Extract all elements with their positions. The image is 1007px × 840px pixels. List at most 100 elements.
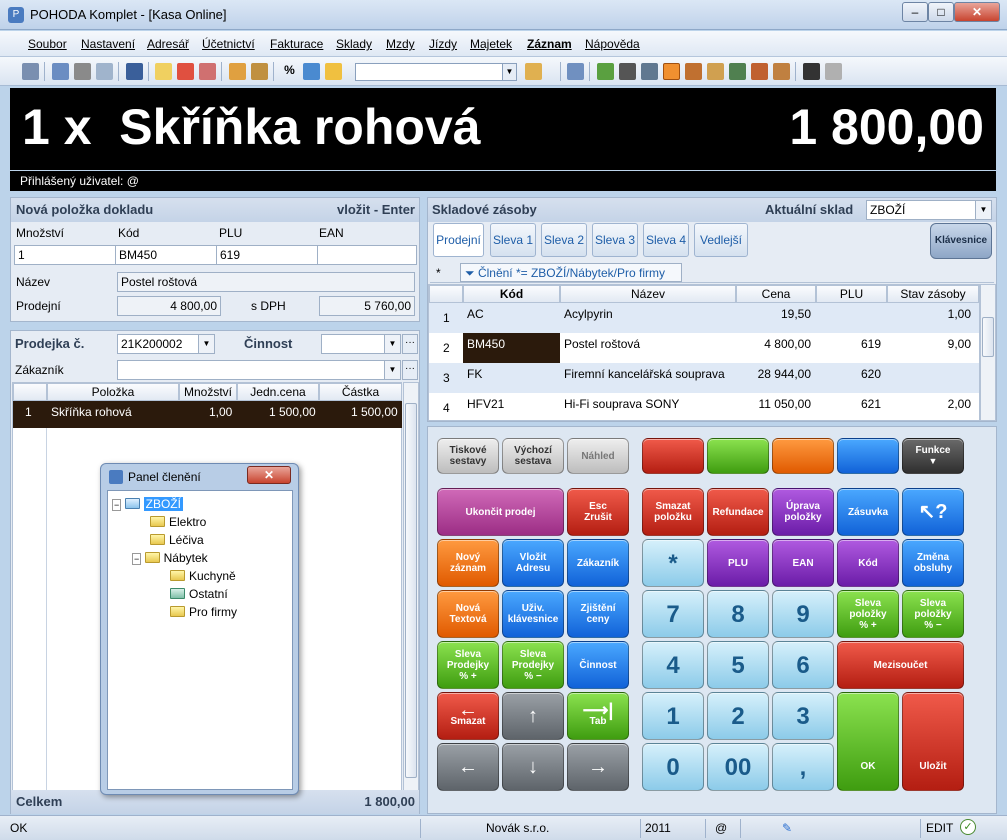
- download-icon[interactable]: [729, 63, 746, 80]
- activity-more-button[interactable]: ···: [402, 334, 418, 354]
- table-row[interactable]: 3 FK Firemní kancelářská souprava 28 944…: [429, 363, 979, 393]
- tab-key[interactable]: ⟶| Tab: [567, 692, 629, 740]
- print-icon[interactable]: [74, 63, 91, 80]
- item-discount-minus-key[interactable]: Sleva položky % −: [902, 590, 964, 638]
- toolbar-combo[interactable]: ▼: [355, 63, 517, 81]
- red-key[interactable]: [642, 438, 704, 474]
- code-key[interactable]: Kód: [837, 539, 899, 587]
- arrow-down-key[interactable]: ↓: [502, 743, 564, 791]
- comma-key[interactable]: ,: [772, 743, 834, 791]
- customer-more-button[interactable]: ···: [402, 360, 418, 380]
- ean-key[interactable]: EAN: [772, 539, 834, 587]
- timer-icon[interactable]: [619, 63, 636, 80]
- stock-scrollbar[interactable]: [980, 284, 996, 421]
- filter-star[interactable]: *: [436, 266, 441, 280]
- esc-cancel-key[interactable]: Esc Zrušit: [567, 488, 629, 536]
- drawer-key[interactable]: Zásuvka: [837, 488, 899, 536]
- collapse-icon[interactable]: −: [112, 499, 122, 511]
- refresh-icon[interactable]: [303, 63, 320, 80]
- default-report-key[interactable]: Výchozí sestava: [502, 438, 564, 474]
- tab-sleva2[interactable]: Sleva 2: [541, 223, 587, 257]
- col-qty[interactable]: Množství: [179, 383, 237, 401]
- filter-icon[interactable]: [251, 63, 268, 80]
- tree-node-profirmy[interactable]: Pro firmy: [170, 605, 237, 619]
- save-icon[interactable]: [126, 63, 143, 80]
- activity-select[interactable]: ▼: [321, 334, 401, 354]
- plu-key[interactable]: PLU: [707, 539, 769, 587]
- function-key[interactable]: Funkce ▼: [902, 438, 964, 474]
- edit-item-key[interactable]: Úprava položky: [772, 488, 834, 536]
- minimize-button[interactable]: –: [902, 2, 928, 22]
- menu-mzdy[interactable]: Mzdy: [386, 37, 415, 51]
- menu-majetek[interactable]: Majetek: [470, 37, 512, 51]
- menu-ucetnictvi[interactable]: Účetnictví: [202, 37, 255, 51]
- percent-icon[interactable]: %: [281, 63, 298, 80]
- activity-key[interactable]: Činnost: [567, 641, 629, 689]
- col-plu[interactable]: PLU: [816, 285, 887, 303]
- help-cursor-icon[interactable]: [567, 63, 584, 80]
- tab-sleva1[interactable]: Sleva 1: [490, 223, 536, 257]
- col-code[interactable]: Kód: [463, 285, 560, 303]
- panel-close-button[interactable]: ✕: [247, 466, 291, 484]
- mail-icon[interactable]: [751, 63, 768, 80]
- star-key[interactable]: *: [642, 539, 704, 587]
- delete-record-icon[interactable]: [177, 63, 194, 80]
- table-row[interactable]: 1 AC Acylpyrin 19,50 1,00: [429, 303, 979, 333]
- code-input[interactable]: BM450: [115, 245, 217, 265]
- close-button[interactable]: ✕: [954, 2, 1000, 22]
- menu-napoveda[interactable]: Nápověda: [585, 37, 640, 51]
- ok-key[interactable]: OK: [837, 692, 899, 791]
- customer-key[interactable]: Zákazník: [567, 539, 629, 587]
- copy-icon[interactable]: [52, 63, 69, 80]
- help-key[interactable]: ↖?: [902, 488, 964, 536]
- receipt-discount-minus-key[interactable]: Sleva Prodejky % −: [502, 641, 564, 689]
- qty-input[interactable]: 1: [14, 245, 116, 265]
- note-icon[interactable]: [707, 63, 724, 80]
- menu-zaznam[interactable]: Záznam: [527, 37, 572, 51]
- refund-key[interactable]: Refundace: [707, 488, 769, 536]
- col-item[interactable]: Položka: [47, 383, 179, 401]
- delete-item-key[interactable]: Smazat položku: [642, 488, 704, 536]
- arrow-left-key[interactable]: ←: [437, 743, 499, 791]
- category-panel-window[interactable]: Panel členění ✕ − ZBOŽÍ Elektro Léčiva −…: [100, 463, 299, 795]
- print-reports-key[interactable]: Tiskové sestavy: [437, 438, 499, 474]
- new-record-icon[interactable]: [155, 63, 172, 80]
- tree-node-elektro[interactable]: Elektro: [150, 515, 206, 529]
- ean-input[interactable]: [317, 245, 417, 265]
- tab-sleva3[interactable]: Sleva 3: [592, 223, 638, 257]
- tree-node-leciva[interactable]: Léčiva: [150, 533, 204, 547]
- menu-adresar[interactable]: Adresář: [147, 37, 189, 51]
- num-5-key[interactable]: 5: [707, 641, 769, 689]
- preview-key[interactable]: Náhled: [567, 438, 629, 474]
- col-name[interactable]: Název: [560, 285, 736, 303]
- num-0-key[interactable]: 0: [642, 743, 704, 791]
- menu-sklady[interactable]: Sklady: [336, 37, 372, 51]
- orange-key[interactable]: [772, 438, 834, 474]
- tree-node-kuchyne[interactable]: Kuchyně: [170, 569, 236, 583]
- col-price[interactable]: Cena: [736, 285, 816, 303]
- num-1-key[interactable]: 1: [642, 692, 704, 740]
- subtotal-key[interactable]: Mezisoučet: [837, 641, 964, 689]
- customer-select[interactable]: ▼: [117, 360, 401, 380]
- tree-node-nabytek[interactable]: − Nábytek: [132, 551, 208, 565]
- star-icon[interactable]: [325, 63, 342, 80]
- blue-key[interactable]: [837, 438, 899, 474]
- calendar-icon[interactable]: [773, 63, 790, 80]
- num-4-key[interactable]: 4: [642, 641, 704, 689]
- tree-node-ostatni[interactable]: Ostatní: [170, 587, 228, 601]
- change-operator-key[interactable]: Změna obsluhy: [902, 539, 964, 587]
- pin-icon[interactable]: [825, 63, 842, 80]
- warehouse-select[interactable]: ZBOŽÍ ▼: [866, 200, 992, 220]
- user-icon[interactable]: [685, 63, 702, 80]
- table-row[interactable]: 2 BM450 Postel roštová 4 800,00 619 9,00: [429, 333, 979, 363]
- tab-sleva4[interactable]: Sleva 4: [643, 223, 689, 257]
- report-icon[interactable]: [525, 63, 542, 80]
- col-unit-price[interactable]: Jedn.cena: [237, 383, 319, 401]
- num-6-key[interactable]: 6: [772, 641, 834, 689]
- receipt-scrollbar[interactable]: [403, 382, 419, 792]
- person-icon[interactable]: [803, 63, 820, 80]
- menu-fakturace[interactable]: Fakturace: [270, 37, 323, 51]
- user-keyboard-key[interactable]: Uživ. klávesnice: [502, 590, 564, 638]
- menu-jizdy[interactable]: Jízdy: [429, 37, 457, 51]
- num-8-key[interactable]: 8: [707, 590, 769, 638]
